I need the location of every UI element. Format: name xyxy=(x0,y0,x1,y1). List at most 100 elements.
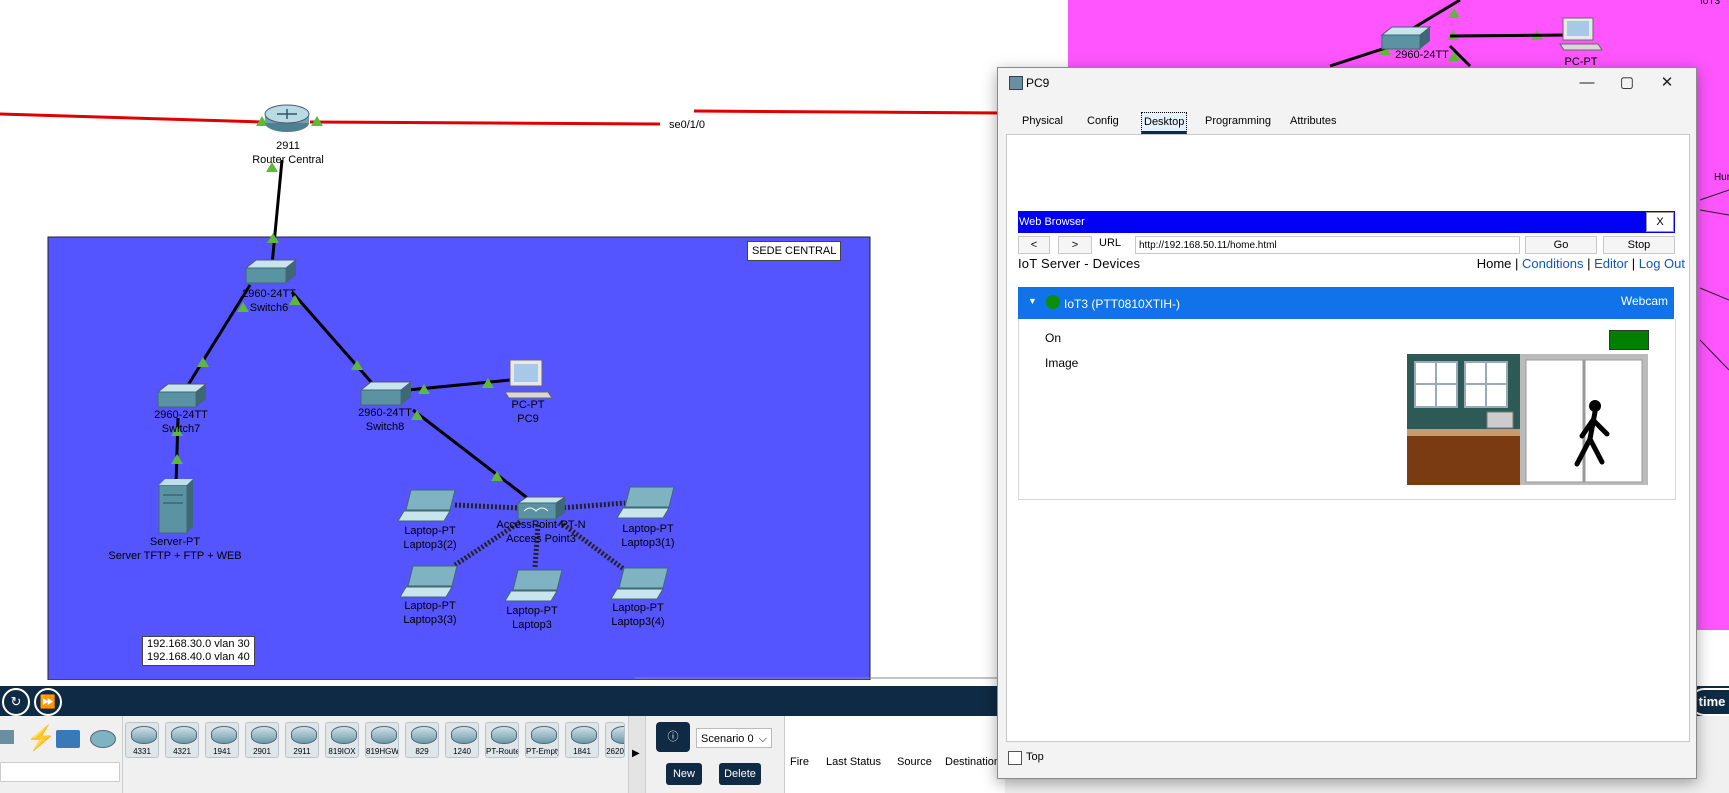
conditions-link[interactable]: Conditions xyxy=(1522,256,1583,271)
stop-button[interactable]: Stop xyxy=(1603,236,1675,254)
switch8-label: 2960-24TT Switch8 xyxy=(358,407,412,433)
device-tile-2620[interactable]: 2620 xyxy=(605,722,625,758)
tab-programming[interactable]: Programming xyxy=(1205,112,1271,130)
close-icon[interactable]: ✕ xyxy=(1650,72,1684,94)
server-icon[interactable] xyxy=(158,479,193,534)
device-tile-pt-empty[interactable]: PT-Empty xyxy=(525,722,559,758)
switch7-icon[interactable] xyxy=(156,383,208,408)
pdu-list: Fire Last Status Source Destination xyxy=(785,716,1005,793)
image-label: Image xyxy=(1045,356,1079,370)
tab-config[interactable]: Config xyxy=(1087,112,1119,130)
laptop3-2-label: Laptop-PT Laptop3(2) xyxy=(403,525,457,551)
device-tile-2901[interactable]: 2901 xyxy=(245,722,279,758)
status-dot-icon xyxy=(1046,295,1060,309)
switch6-icon[interactable] xyxy=(244,259,298,284)
router-icon xyxy=(211,726,237,744)
web-browser-titlebar: Web Browser X xyxy=(1018,211,1675,233)
switch6-label: 2960-24TT Switch6 xyxy=(242,288,296,314)
router-label: 2911 Router Central xyxy=(252,140,324,166)
device-tile-819hgw[interactable]: 819HGW xyxy=(365,722,399,758)
pdu-col-fire: Fire xyxy=(790,756,809,768)
area-tag-sede-central: SEDE CENTRAL xyxy=(747,241,842,261)
device-tile-819iox[interactable]: 819IOX xyxy=(325,722,359,758)
scenario-select[interactable]: Scenario 0 ⌵ xyxy=(696,728,772,748)
on-label: On xyxy=(1045,331,1062,345)
router-icon xyxy=(331,726,357,744)
on-state-indicator[interactable] xyxy=(1609,330,1649,350)
right-corner-label: IoT3 xyxy=(1699,0,1721,7)
access-point-icon[interactable] xyxy=(516,496,567,520)
router-icon[interactable] xyxy=(264,104,310,132)
minimize-icon[interactable]: — xyxy=(1570,72,1604,94)
laptop3-3-label: Laptop-PT Laptop3(3) xyxy=(403,600,457,626)
router-icon xyxy=(491,726,517,744)
page-heading: IoT Server - Devices xyxy=(1018,256,1141,271)
device-search-field[interactable] xyxy=(0,762,120,782)
router-icon xyxy=(451,726,477,744)
switch7-label: 2960-24TT Switch7 xyxy=(154,409,208,435)
laptop3-1-label: Laptop-PT Laptop3(1) xyxy=(621,523,675,549)
url-label: URL xyxy=(1099,237,1122,249)
right-switch-label: 2960-24TT xyxy=(1395,49,1449,61)
router-icon xyxy=(291,726,317,744)
reset-time-icon[interactable]: ↻ xyxy=(2,688,30,716)
new-scenario-button[interactable]: New xyxy=(666,763,702,785)
device-tile-1240[interactable]: 1240 xyxy=(445,722,479,758)
serial-interface-label: se0/1/0 xyxy=(668,119,706,131)
device-tile-829[interactable]: 829 xyxy=(405,722,439,758)
pc9-label: PC-PT PC9 xyxy=(511,399,545,425)
logout-link[interactable]: Log Out xyxy=(1639,256,1685,271)
expand-triangle-icon[interactable]: ▼ xyxy=(1028,296,1037,306)
access-point-label: AccessPoint-PT-N Access Point3 xyxy=(496,519,586,545)
router-icon xyxy=(611,726,624,744)
tab-attributes[interactable]: Attributes xyxy=(1290,112,1336,130)
device-tile-2911[interactable]: 2911 xyxy=(285,722,319,758)
fast-forward-icon[interactable]: ⏩ xyxy=(34,688,62,716)
home-link[interactable]: Home xyxy=(1477,256,1512,271)
serial-link-right xyxy=(693,109,1001,115)
url-input[interactable] xyxy=(1135,236,1520,254)
right-switch-icon[interactable] xyxy=(1380,26,1432,50)
router-icon xyxy=(531,726,557,744)
tab-physical[interactable]: Physical xyxy=(1022,112,1063,130)
router-icon xyxy=(251,726,277,744)
misc-folder-icon[interactable] xyxy=(56,730,80,748)
tab-desktop[interactable]: Desktop xyxy=(1141,112,1188,134)
pdu-col-source: Source xyxy=(897,756,932,768)
router-icon xyxy=(571,726,597,744)
delete-scenario-button[interactable]: Delete xyxy=(719,763,761,785)
forward-button[interactable]: > xyxy=(1058,236,1092,254)
top-checkbox[interactable] xyxy=(1008,751,1022,765)
chevron-down-icon: ⌵ xyxy=(758,733,767,745)
desktop-panel: Web Browser X < > URL Go Stop IoT Server… xyxy=(1006,134,1690,742)
info-icon[interactable]: ⓘ xyxy=(656,722,690,752)
serial-link-mid xyxy=(309,120,661,126)
browser-close-button[interactable]: X xyxy=(1646,212,1674,232)
back-button[interactable]: < xyxy=(1018,236,1050,254)
editor-link[interactable]: Editor xyxy=(1594,256,1628,271)
pdu-col-destination: Destination xyxy=(945,756,1001,768)
area-sede-central xyxy=(47,236,871,680)
device-tile-4321[interactable]: 4321 xyxy=(165,722,199,758)
device-tile-1941[interactable]: 1941 xyxy=(205,722,239,758)
browser-title: Web Browser xyxy=(1019,216,1085,228)
go-button[interactable]: Go xyxy=(1525,236,1597,254)
device-tile-1841[interactable]: 1841 xyxy=(565,722,599,758)
pdu-col-last-status: Last Status xyxy=(826,756,882,768)
network-devices-icon[interactable] xyxy=(0,730,14,744)
device-type: Webcam xyxy=(1620,294,1668,308)
maximize-icon[interactable]: ▢ xyxy=(1610,72,1644,94)
multiuser-cloud-icon[interactable] xyxy=(90,730,116,748)
connections-icon[interactable]: ⚡ xyxy=(26,724,56,753)
device-name: IoT3 (PTT0810XTIH-) xyxy=(1064,297,1181,311)
device-row-header[interactable]: ▼ IoT3 (PTT0810XTIH-) Webcam xyxy=(1018,287,1674,319)
palette-scrollbar[interactable]: ▶ xyxy=(628,716,646,793)
router-icon xyxy=(131,726,157,744)
switch8-icon[interactable] xyxy=(359,381,413,406)
device-tile-pt-router[interactable]: PT-Router xyxy=(485,722,519,758)
device-tile-4331[interactable]: 4331 xyxy=(125,722,159,758)
server-label: Server-PT Server TFTP + FTP + WEB xyxy=(108,536,242,562)
pc9-window: PC9 — ▢ ✕ Physical Config Desktop Progra… xyxy=(997,67,1697,779)
window-title-bar[interactable]: PC9 — ▢ ✕ xyxy=(998,68,1696,98)
right-edge-label: Hur xyxy=(1713,172,1729,183)
